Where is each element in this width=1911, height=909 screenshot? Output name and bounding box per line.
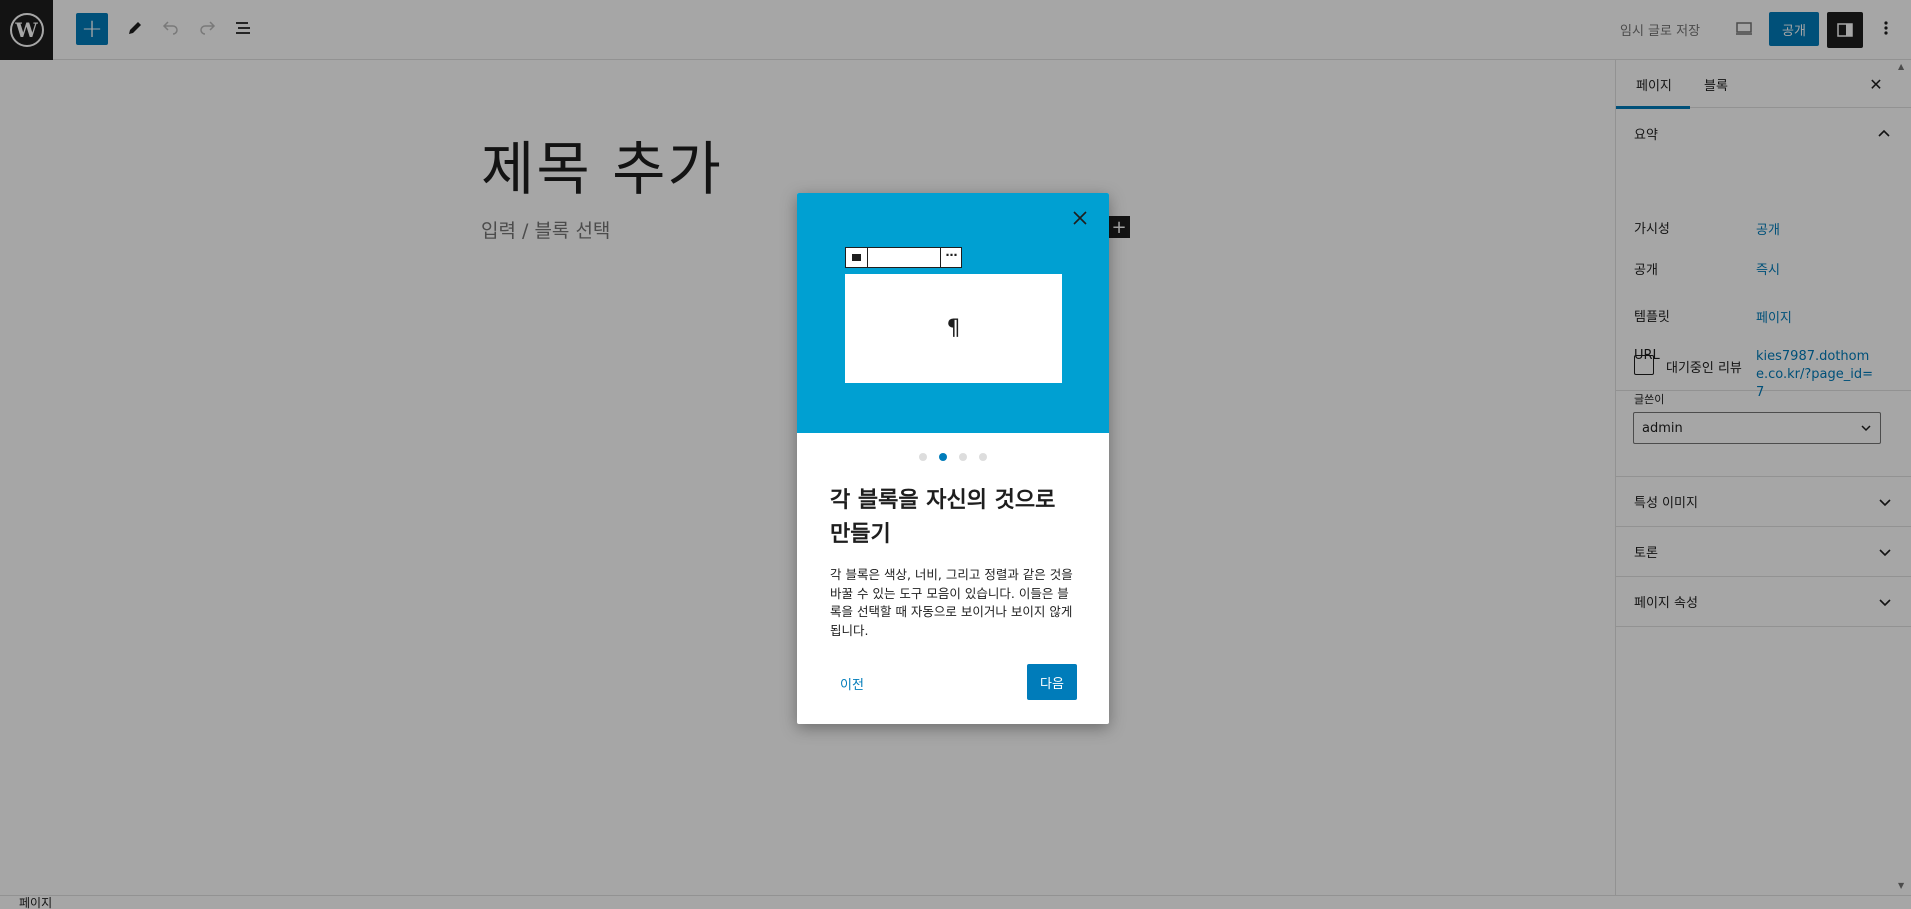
illustration-toolbar-group — [868, 248, 941, 267]
pilcrow-icon: ¶ — [946, 316, 961, 341]
page-dot-2[interactable] — [939, 453, 947, 461]
previous-button[interactable]: 이전 — [840, 665, 864, 701]
guide-heading: 각 블록을 자신의 것으로 만들기 — [830, 488, 1056, 547]
close-icon — [1073, 211, 1087, 225]
illustration-more-icon: ⋯ — [945, 248, 958, 262]
page-dot-4[interactable] — [979, 453, 987, 461]
next-button[interactable]: 다음 — [1027, 664, 1077, 700]
guide-illustration: ⋯ ¶ — [797, 193, 1109, 433]
guide-page-dots — [797, 453, 1109, 461]
illustration-block-toolbar: ⋯ — [845, 247, 962, 268]
page-dot-1[interactable] — [919, 453, 927, 461]
illustration-paragraph-block: ¶ — [845, 274, 1062, 383]
page-dot-3[interactable] — [959, 453, 967, 461]
illustration-block-icon — [846, 248, 868, 267]
guide-description: 각 블록은 색상, 너비, 그리고 정렬과 같은 것을 바꿀 수 있는 도구 모… — [830, 567, 1073, 638]
guide-close-button[interactable] — [1069, 207, 1091, 229]
welcome-guide-modal: ⋯ ¶ 각 블록을 자신의 것으로 만들기 각 블록은 색상, 너비, 그리고 … — [797, 193, 1109, 724]
